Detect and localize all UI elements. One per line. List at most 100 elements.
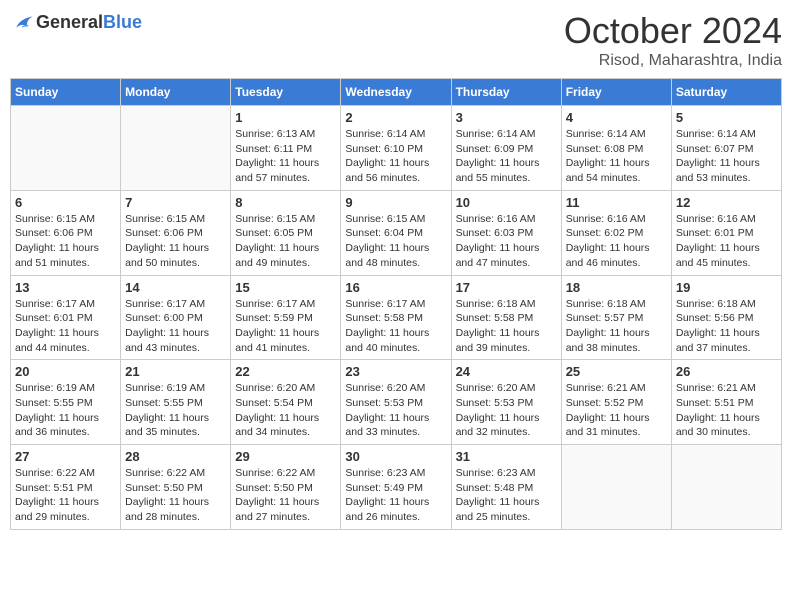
day-info: Sunrise: 6:14 AMSunset: 6:08 PMDaylight:… [566, 127, 667, 186]
calendar-cell: 1 Sunrise: 6:13 AMSunset: 6:11 PMDaylight… [231, 106, 341, 191]
day-info: Sunrise: 6:16 AMSunset: 6:03 PMDaylight:… [456, 212, 557, 271]
day-info: Sunrise: 6:15 AMSunset: 6:06 PMDaylight:… [15, 212, 116, 271]
day-info: Sunrise: 6:22 AMSunset: 5:50 PMDaylight:… [235, 466, 336, 525]
day-info: Sunrise: 6:21 AMSunset: 5:51 PMDaylight:… [676, 381, 777, 440]
calendar-cell: 10 Sunrise: 6:16 AMSunset: 6:03 PMDayligh… [451, 190, 561, 275]
day-info: Sunrise: 6:17 AMSunset: 6:00 PMDaylight:… [125, 297, 226, 356]
calendar-cell [121, 106, 231, 191]
calendar-week-row: 13Sunrise: 6:17 AMSunset: 6:01 PMDayligh… [11, 275, 782, 360]
calendar-cell: 5 Sunrise: 6:14 AMSunset: 6:07 PMDaylight… [671, 106, 781, 191]
calendar-cell: 3 Sunrise: 6:14 AMSunset: 6:09 PMDaylight… [451, 106, 561, 191]
day-info: Sunrise: 6:15 AMSunset: 6:05 PMDaylight:… [235, 212, 336, 271]
day-info: Sunrise: 6:21 AMSunset: 5:52 PMDaylight:… [566, 381, 667, 440]
day-number: 25 [566, 364, 667, 379]
day-info: Sunrise: 6:18 AMSunset: 5:56 PMDaylight:… [676, 297, 777, 356]
month-title: October 2024 [564, 10, 782, 52]
col-header-sunday: Sunday [11, 79, 121, 106]
day-info: Sunrise: 6:16 AMSunset: 6:02 PMDaylight:… [566, 212, 667, 271]
day-number: 9 [345, 195, 446, 210]
day-info: Sunrise: 6:14 AMSunset: 6:09 PMDaylight:… [456, 127, 557, 186]
col-header-tuesday: Tuesday [231, 79, 341, 106]
calendar-cell [561, 445, 671, 530]
calendar-cell: 31 Sunrise: 6:23 AMSunset: 5:48 PMDayligh… [451, 445, 561, 530]
day-info: Sunrise: 6:17 AMSunset: 5:59 PMDaylight:… [235, 297, 336, 356]
calendar-cell: 28Sunrise: 6:22 AMSunset: 5:50 PMDayligh… [121, 445, 231, 530]
day-number: 27 [15, 449, 116, 464]
calendar-cell: 23Sunrise: 6:20 AMSunset: 5:53 PMDayligh… [341, 360, 451, 445]
day-info: Sunrise: 6:14 AMSunset: 6:10 PMDaylight:… [345, 127, 446, 186]
day-info: Sunrise: 6:13 AMSunset: 6:11 PMDaylight:… [235, 127, 336, 186]
calendar-table: SundayMondayTuesdayWednesdayThursdayFrid… [10, 78, 782, 530]
day-number: 21 [125, 364, 226, 379]
calendar-cell: 25 Sunrise: 6:21 AMSunset: 5:52 PMDayligh… [561, 360, 671, 445]
day-number: 8 [235, 195, 336, 210]
day-number: 19 [676, 280, 777, 295]
logo-icon [10, 10, 34, 34]
day-info: Sunrise: 6:23 AMSunset: 5:48 PMDaylight:… [456, 466, 557, 525]
logo-general: General [36, 12, 103, 32]
title-block: October 2024 Risod, Maharashtra, India [564, 10, 782, 70]
day-number: 14 [125, 280, 226, 295]
col-header-saturday: Saturday [671, 79, 781, 106]
day-info: Sunrise: 6:18 AMSunset: 5:58 PMDaylight:… [456, 297, 557, 356]
day-number: 12 [676, 195, 777, 210]
col-header-thursday: Thursday [451, 79, 561, 106]
day-info: Sunrise: 6:20 AMSunset: 5:53 PMDaylight:… [456, 381, 557, 440]
calendar-cell: 4Sunrise: 6:14 AMSunset: 6:08 PMDaylight… [561, 106, 671, 191]
calendar-cell: 11 Sunrise: 6:16 AMSunset: 6:02 PMDayligh… [561, 190, 671, 275]
day-info: Sunrise: 6:14 AMSunset: 6:07 PMDaylight:… [676, 127, 777, 186]
calendar-cell: 29Sunrise: 6:22 AMSunset: 5:50 PMDayligh… [231, 445, 341, 530]
day-number: 26 [676, 364, 777, 379]
day-info: Sunrise: 6:19 AMSunset: 5:55 PMDaylight:… [125, 381, 226, 440]
calendar-cell: 14 Sunrise: 6:17 AMSunset: 6:00 PMDayligh… [121, 275, 231, 360]
col-header-friday: Friday [561, 79, 671, 106]
calendar-cell [11, 106, 121, 191]
col-header-wednesday: Wednesday [341, 79, 451, 106]
calendar-cell: 18 Sunrise: 6:18 AMSunset: 5:57 PMDayligh… [561, 275, 671, 360]
day-info: Sunrise: 6:20 AMSunset: 5:53 PMDaylight:… [345, 381, 446, 440]
day-number: 16 [345, 280, 446, 295]
day-number: 30 [345, 449, 446, 464]
calendar-cell: 24 Sunrise: 6:20 AMSunset: 5:53 PMDayligh… [451, 360, 561, 445]
calendar-cell: 9 Sunrise: 6:15 AMSunset: 6:04 PMDaylight… [341, 190, 451, 275]
day-info: Sunrise: 6:18 AMSunset: 5:57 PMDaylight:… [566, 297, 667, 356]
day-number: 31 [456, 449, 557, 464]
day-number: 28 [125, 449, 226, 464]
day-info: Sunrise: 6:19 AMSunset: 5:55 PMDaylight:… [15, 381, 116, 440]
calendar-cell: 6 Sunrise: 6:15 AMSunset: 6:06 PMDaylight… [11, 190, 121, 275]
calendar-cell: 16 Sunrise: 6:17 AMSunset: 5:58 PMDayligh… [341, 275, 451, 360]
calendar-cell: 20 Sunrise: 6:19 AMSunset: 5:55 PMDayligh… [11, 360, 121, 445]
day-number: 18 [566, 280, 667, 295]
day-info: Sunrise: 6:15 AMSunset: 6:04 PMDaylight:… [345, 212, 446, 271]
day-number: 10 [456, 195, 557, 210]
location-title: Risod, Maharashtra, India [564, 52, 782, 70]
calendar-cell: 12 Sunrise: 6:16 AMSunset: 6:01 PMDayligh… [671, 190, 781, 275]
logo: GeneralBlue [10, 10, 142, 34]
day-number: 3 [456, 110, 557, 125]
col-header-monday: Monday [121, 79, 231, 106]
day-info: Sunrise: 6:17 AMSunset: 5:58 PMDaylight:… [345, 297, 446, 356]
calendar-cell: 26 Sunrise: 6:21 AMSunset: 5:51 PMDayligh… [671, 360, 781, 445]
day-info: Sunrise: 6:20 AMSunset: 5:54 PMDaylight:… [235, 381, 336, 440]
calendar-cell: 21 Sunrise: 6:19 AMSunset: 5:55 PMDayligh… [121, 360, 231, 445]
day-number: 20 [15, 364, 116, 379]
day-number: 22 [235, 364, 336, 379]
day-number: 6 [15, 195, 116, 210]
calendar-cell: 8 Sunrise: 6:15 AMSunset: 6:05 PMDaylight… [231, 190, 341, 275]
calendar-cell: 30Sunrise: 6:23 AMSunset: 5:49 PMDayligh… [341, 445, 451, 530]
calendar-week-row: 20 Sunrise: 6:19 AMSunset: 5:55 PMDayligh… [11, 360, 782, 445]
day-number: 7 [125, 195, 226, 210]
day-number: 5 [676, 110, 777, 125]
calendar-week-row: 1 Sunrise: 6:13 AMSunset: 6:11 PMDaylight… [11, 106, 782, 191]
calendar-cell: 15Sunrise: 6:17 AMSunset: 5:59 PMDayligh… [231, 275, 341, 360]
day-number: 11 [566, 195, 667, 210]
logo-blue: Blue [103, 12, 142, 32]
calendar-cell: 2Sunrise: 6:14 AMSunset: 6:10 PMDaylight… [341, 106, 451, 191]
day-number: 13 [15, 280, 116, 295]
day-number: 1 [235, 110, 336, 125]
day-info: Sunrise: 6:16 AMSunset: 6:01 PMDaylight:… [676, 212, 777, 271]
calendar-cell: 13Sunrise: 6:17 AMSunset: 6:01 PMDayligh… [11, 275, 121, 360]
calendar-cell [671, 445, 781, 530]
day-number: 24 [456, 364, 557, 379]
day-info: Sunrise: 6:15 AMSunset: 6:06 PMDaylight:… [125, 212, 226, 271]
